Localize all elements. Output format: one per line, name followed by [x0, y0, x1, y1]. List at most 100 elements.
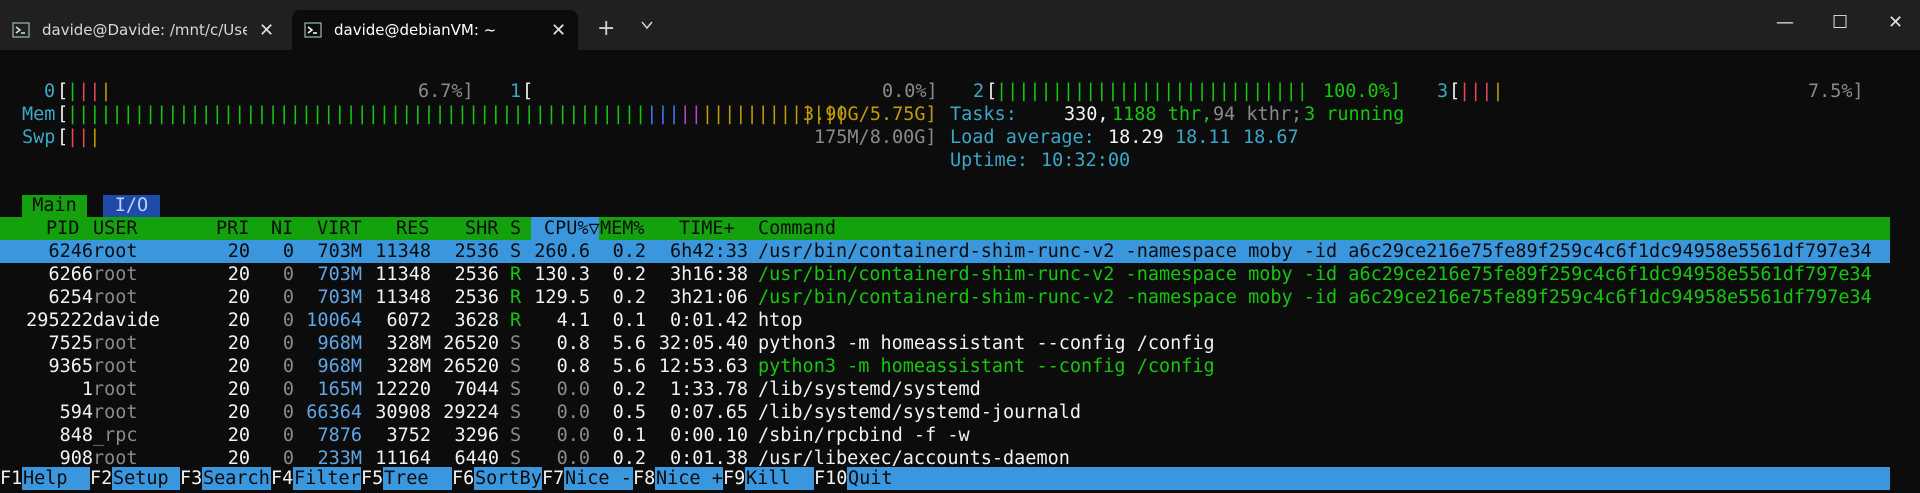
- fkey-f5[interactable]: F5: [361, 467, 384, 490]
- minimize-button[interactable]: —: [1776, 12, 1794, 33]
- fkey-setup[interactable]: Setup: [113, 467, 169, 490]
- fkey-help[interactable]: Help: [23, 467, 68, 490]
- cell-res: 11348: [375, 264, 431, 285]
- fkey-f2[interactable]: F2: [90, 467, 113, 490]
- cell-s: S: [510, 402, 522, 423]
- fkey-f3[interactable]: F3: [180, 467, 203, 490]
- fkey-f7[interactable]: F7: [542, 467, 565, 490]
- table-row[interactable]: 6246 root 20 0 703M 11348 2536 S 260.6 0.2 6h42:33…: [0, 240, 1890, 263]
- cell-virt: 703M: [317, 287, 362, 308]
- cell-cpu: 129.5: [534, 287, 590, 308]
- col-time[interactable]: TIME+: [679, 217, 735, 240]
- cell-pri: 20: [227, 402, 250, 423]
- table-row[interactable]: 6254 root 20 0 703M 11348 2536 R 129.5 0.2 3h21:06…: [0, 286, 1890, 309]
- tasks-label: Tasks:: [950, 104, 1017, 125]
- col-mem[interactable]: MEM%: [600, 217, 645, 240]
- cell-s: R: [510, 310, 522, 331]
- cell-virt: 165M: [317, 379, 362, 400]
- tab-davide-debianvm[interactable]: davide@debianVM: ~ ✕: [292, 10, 578, 50]
- cell-mem: 0.2: [612, 241, 646, 262]
- new-tab-button[interactable]: +: [597, 16, 615, 41]
- col-command[interactable]: Command: [758, 217, 836, 240]
- cpu-2-label: 2: [973, 81, 985, 102]
- chevron-down-icon[interactable]: [640, 18, 654, 32]
- fkey-f10[interactable]: F10: [814, 467, 848, 490]
- maximize-button[interactable]: ☐: [1832, 12, 1848, 33]
- cell-shr: 26520: [443, 356, 499, 377]
- cell-shr: 29224: [443, 402, 499, 423]
- cell-mem: 5.6: [612, 333, 646, 354]
- cell-cmd: /lib/systemd/systemd-journald: [758, 402, 1082, 423]
- fkey-f1[interactable]: F1: [0, 467, 23, 490]
- col-pid[interactable]: PID: [46, 217, 79, 240]
- table-row[interactable]: 594 root 20 0 66364 30908 29224 S 0.0 0.5 0:07.65 /…: [0, 401, 1890, 424]
- cell-virt: 66364: [306, 402, 362, 423]
- fkey-quit[interactable]: Quit: [848, 467, 893, 490]
- col-ni[interactable]: NI: [271, 217, 293, 240]
- table-row[interactable]: 295222 davide 20 0 10064 6072 3628 R 4.1 0.1 0:01.…: [0, 309, 1890, 332]
- col-cpu[interactable]: CPU%▽: [544, 217, 600, 240]
- cell-cmd: python3 -m homeassistant --config /confi…: [758, 356, 1215, 377]
- cell-pid: 1: [81, 379, 93, 400]
- cell-res: 11348: [375, 287, 431, 308]
- cell-mem: 0.2: [612, 379, 646, 400]
- fkey-f8[interactable]: F8: [633, 467, 656, 490]
- cell-pid: 6266: [48, 264, 93, 285]
- tab-davide-davide[interactable]: davide@Davide: /mnt/c/Users, ✕: [0, 10, 290, 50]
- tab-close-icon[interactable]: ✕: [551, 20, 566, 41]
- uptime-value: 10:32:00: [1041, 150, 1131, 171]
- col-pri[interactable]: PRI: [216, 217, 249, 240]
- cell-res: 328M: [386, 333, 431, 354]
- fkey-tree[interactable]: Tree: [384, 467, 429, 490]
- tasks-count: 330,: [1064, 104, 1109, 125]
- cell-user: root: [93, 356, 138, 377]
- column-header: PID USER PRI NI VIRT RES SHR S CPU%▽ MEM…: [0, 217, 1890, 240]
- cell-res: 3752: [386, 425, 431, 446]
- fkey-nice-plus[interactable]: Nice +: [656, 467, 723, 490]
- fkey-f6[interactable]: F6: [452, 467, 475, 490]
- table-row[interactable]: 7525 root 20 0 968M 328M 26520 S 0.8 5.6 32:05.40 p…: [0, 332, 1890, 355]
- cell-cpu: 0.0: [556, 379, 590, 400]
- cpu-0-value: 6.7%]: [418, 81, 474, 102]
- cell-user: root: [93, 402, 138, 423]
- cell-pri: 20: [227, 310, 250, 331]
- cell-user: root: [93, 264, 138, 285]
- fkey-search[interactable]: Search: [203, 467, 270, 490]
- fkey-f4[interactable]: F4: [271, 467, 294, 490]
- table-row[interactable]: 848 _rpc 20 0 7876 3752 3296 S 0.0 0.1 0:00.10/sbi…: [0, 424, 1890, 447]
- cell-mem: 0.1: [612, 425, 646, 446]
- terminal-icon: [304, 22, 322, 38]
- cell-shr: 26520: [443, 333, 499, 354]
- fkey-sortby[interactable]: SortBy: [475, 467, 542, 490]
- cell-time: 32:05.40: [658, 333, 748, 354]
- cell-pid: 6246: [48, 241, 93, 262]
- cpu-2-value: 100.0%]: [1323, 81, 1401, 102]
- screen-tab-main[interactable]: Main: [22, 195, 87, 217]
- cell-mem: 0.1: [612, 310, 646, 331]
- table-row[interactable]: 9365 root 20 0 968M 328M 26520 S 0.8 5.6 12:53.63 p…: [0, 355, 1890, 378]
- col-virt[interactable]: VIRT: [317, 217, 362, 240]
- col-state[interactable]: S: [510, 217, 521, 240]
- table-row[interactable]: 1 root 20 0 165M 12220 7044 S 0.0 0.2 1:33.78/lib/…: [0, 378, 1890, 401]
- cpu-3-bar: ||||: [1459, 81, 1504, 102]
- table-row[interactable]: 6266 root 20 0 703M 11348 2536 R 130.3 0.2 3h16:38…: [0, 263, 1890, 286]
- col-user[interactable]: USER: [93, 217, 138, 240]
- cpu-3-label: 3: [1437, 81, 1449, 102]
- cpu-3-value: 7.5%]: [1808, 81, 1864, 102]
- fkey-nice-minus[interactable]: Nice -: [565, 467, 632, 490]
- fkey-filter[interactable]: Filter: [294, 467, 361, 490]
- col-shr[interactable]: SHR: [465, 217, 498, 240]
- col-res[interactable]: RES: [396, 217, 429, 240]
- screen-tab-io[interactable]: I/O: [103, 195, 160, 217]
- cell-pri: 20: [227, 241, 250, 262]
- cpu-2-bar: ||||||||||||||||||||||||||||: [996, 81, 1308, 102]
- close-button[interactable]: ✕: [1888, 12, 1903, 33]
- cell-cmd: python3 -m homeassistant --config /confi…: [758, 333, 1215, 354]
- fkey-f9[interactable]: F9: [723, 467, 746, 490]
- fkey-kill[interactable]: Kill: [746, 467, 791, 490]
- tab-close-icon[interactable]: ✕: [259, 20, 274, 41]
- cell-time: 0:07.65: [670, 402, 748, 423]
- cell-shr: 3296: [454, 425, 499, 446]
- cell-ni: 0: [282, 241, 294, 262]
- cell-time: 3h21:06: [670, 287, 748, 308]
